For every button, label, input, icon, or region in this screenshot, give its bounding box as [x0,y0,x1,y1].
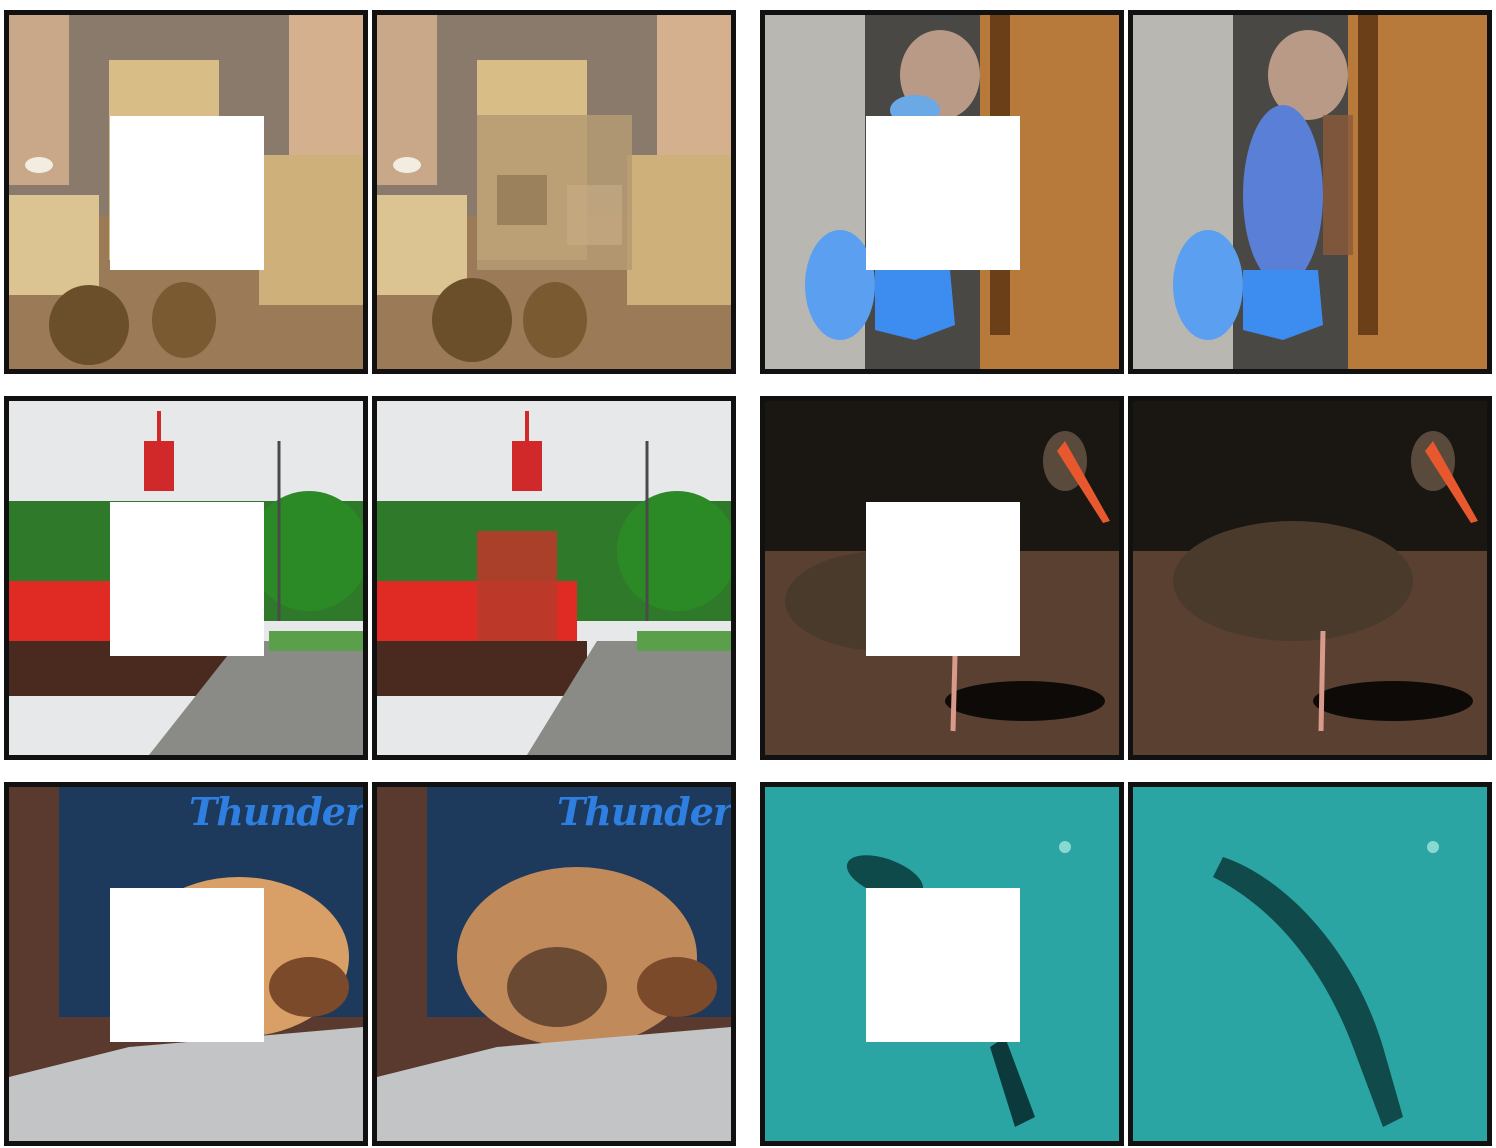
tile-stork-inpainted [1128,396,1492,760]
nursery-photo [377,15,731,369]
mask-square [110,502,264,656]
mask-square [110,888,264,1042]
stork-photo [1133,401,1487,755]
puppy-photo [377,787,731,1141]
tile-fish-inpainted [1128,782,1492,1146]
tile-nursery-inpainted [372,10,736,374]
shirt-text: Thunderbirds [189,789,364,834]
tile-ship-inpainted [372,396,736,760]
tile-puppy-inpainted: Thunderbirds [372,782,736,1146]
tile-puppy-masked: Thunderbirds [4,782,368,1146]
shirt-text: Thunderbirds [557,789,732,834]
socks-photo [1133,15,1487,369]
tile-nursery-masked [4,10,368,374]
ship-photo [377,401,731,755]
fish-photo [1133,787,1487,1141]
tile-socks-masked [760,10,1124,374]
mask-square [110,116,264,270]
tile-fish-masked [760,782,1124,1146]
mask-square [866,502,1020,656]
tile-socks-inpainted [1128,10,1492,374]
tile-stork-masked [760,396,1124,760]
mask-square [866,888,1020,1042]
mask-square [866,116,1020,270]
tile-ship-masked [4,396,368,760]
